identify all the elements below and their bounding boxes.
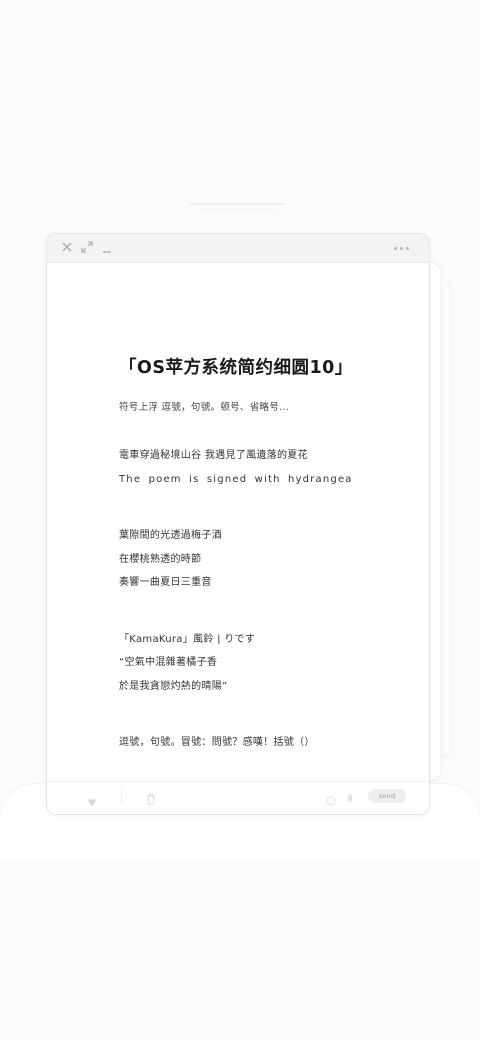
text-line: 奏響一曲夏日三重音 [119,577,212,588]
more-icon[interactable] [394,247,409,250]
paragraph: 逗號，句號。冒號：問號？感嘆！括號（） [119,736,409,760]
paragraph: 電車穿過秘境山谷 我遇見了風遺落的夏花 The poem is signed w… [119,449,409,496]
sticker-icon[interactable] [326,791,336,810]
text-line: 逗號，句號。冒號：問號？感嘆！括號（） [119,737,315,748]
mic-icon[interactable] [347,790,353,809]
expand-icon[interactable] [80,240,96,256]
divider [121,790,122,804]
chevron-down-icon[interactable] [87,792,97,811]
text-line: The poem is signed with hydrangea [119,473,353,485]
close-icon[interactable] [60,240,76,256]
minimize-icon[interactable] [100,240,116,256]
text-line: 在櫻桃熟透的時節 [119,553,202,565]
paragraph: 葉隙間的光透過梅子酒 在櫻桃熟透的時節 奏響一曲夏日三重音 [119,529,409,600]
text-line: 電車穿過秘境山谷 我遇見了風遺落的夏花 [119,450,308,461]
paragraph: 「KamaKura」風鈴 | りです “空氣中混雜著橘子香 於是我貪戀灼熱的晴陽… [119,633,409,704]
text-line: 葉隙間的光透過梅子酒 [119,530,222,541]
window-bottombar: send [47,781,429,814]
window-titlebar [47,234,429,263]
text-line: 於是我貪戀灼熱的晴陽” [119,680,228,692]
document-subtitle: 符号上浮 逗號，句號。顿号、省略号… [119,402,289,413]
document-title: 「OS苹方系统简约细圆10」 [119,358,353,378]
text-line: “空氣中混雜著橘子香 [119,657,218,668]
text-line: 「KamaKura」風鈴 | りです [119,633,256,645]
trash-icon[interactable] [146,790,156,809]
send-button[interactable]: send [368,789,406,803]
top-highlight-secondary [200,209,278,210]
note-content: 「OS苹方系统简约细圆10」 符号上浮 逗號，句號。顿号、省略号… 電車穿過秘境… [119,354,409,760]
screen: 「OS苹方系统简约细圆10」 符号上浮 逗號，句號。顿号、省略号… 電車穿過秘境… [0,0,480,1040]
top-highlight [190,203,285,205]
note-window: 「OS苹方系统简约细圆10」 符号上浮 逗號，句號。顿号、省略号… 電車穿過秘境… [46,233,430,815]
